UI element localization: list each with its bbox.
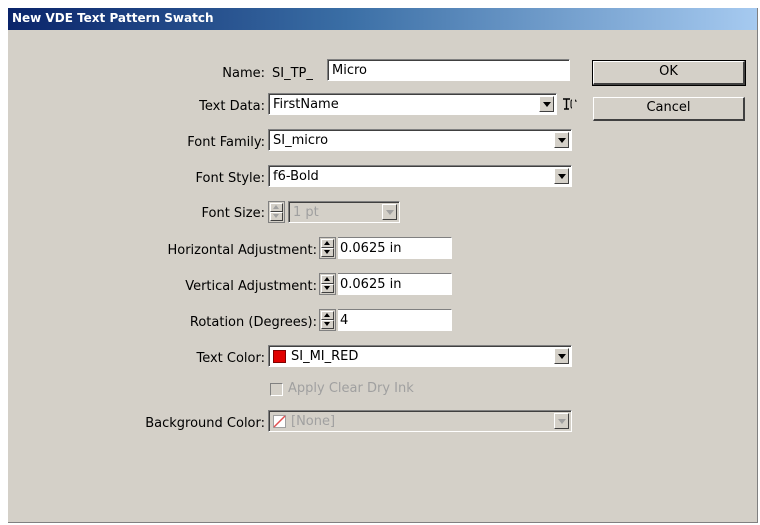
vertical-adjustment-stepper[interactable] bbox=[319, 273, 336, 295]
chevron-down-icon[interactable] bbox=[554, 168, 569, 184]
text-insert-icon[interactable] bbox=[561, 96, 577, 112]
decrement-icon[interactable] bbox=[321, 320, 334, 329]
rotation-label: Rotation (Degrees): bbox=[189, 315, 317, 330]
rotation-stepper[interactable] bbox=[319, 309, 336, 331]
chevron-down-icon[interactable] bbox=[554, 413, 569, 429]
increment-icon[interactable] bbox=[321, 239, 334, 248]
none-swatch-icon bbox=[273, 415, 286, 428]
horizontal-adjustment-input[interactable]: 0.0625 in bbox=[338, 237, 452, 259]
text-color-label: Text Color: bbox=[196, 351, 265, 366]
font-style-select[interactable]: f6-Bold bbox=[268, 165, 572, 187]
increment-icon[interactable] bbox=[321, 275, 334, 284]
background-color-label: Background Color: bbox=[145, 416, 265, 431]
rotation-value: 4 bbox=[340, 313, 349, 328]
horizontal-adjustment-stepper[interactable] bbox=[319, 237, 336, 259]
name-prefix: SI_TP_ bbox=[272, 66, 313, 81]
vertical-adjustment-label: Vertical Adjustment: bbox=[185, 279, 317, 294]
chevron-down-icon[interactable] bbox=[554, 132, 569, 148]
ok-button[interactable]: OK bbox=[592, 60, 746, 86]
vertical-adjustment-value: 0.0625 in bbox=[340, 277, 402, 292]
color-swatch-icon bbox=[273, 350, 286, 363]
horizontal-adjustment-value: 0.0625 in bbox=[340, 241, 402, 256]
font-size-stepper[interactable] bbox=[268, 201, 285, 223]
text-data-select[interactable]: FirstName bbox=[268, 93, 557, 115]
vertical-adjustment-input[interactable]: 0.0625 in bbox=[338, 273, 452, 295]
chevron-down-icon[interactable] bbox=[382, 204, 397, 220]
horizontal-adjustment-label: Horizontal Adjustment: bbox=[167, 243, 317, 258]
decrement-icon[interactable] bbox=[321, 284, 334, 293]
chevron-down-icon[interactable] bbox=[554, 348, 569, 364]
font-size-label: Font Size: bbox=[201, 206, 265, 221]
font-size-select[interactable]: 1 pt bbox=[288, 201, 400, 223]
background-color-select[interactable]: [None] bbox=[268, 410, 572, 432]
cancel-button[interactable]: Cancel bbox=[593, 97, 745, 121]
font-family-label: Font Family: bbox=[187, 135, 265, 150]
background-color-value: [None] bbox=[291, 414, 336, 429]
increment-icon[interactable] bbox=[321, 311, 334, 320]
font-style-label: Font Style: bbox=[195, 171, 265, 186]
apply-clear-dry-ink-label: Apply Clear Dry Ink bbox=[288, 381, 414, 396]
text-data-label: Text Data: bbox=[199, 99, 265, 114]
font-family-value: SI_micro bbox=[273, 133, 329, 148]
name-value: Micro bbox=[332, 63, 367, 78]
text-data-value: FirstName bbox=[273, 97, 339, 112]
apply-clear-dry-ink-checkbox[interactable] bbox=[270, 383, 283, 396]
decrement-icon[interactable] bbox=[321, 248, 334, 257]
window-title: New VDE Text Pattern Swatch bbox=[12, 11, 214, 25]
dialog: New VDE Text Pattern Swatch Name: SI_TP_… bbox=[8, 8, 758, 523]
title-bar: New VDE Text Pattern Swatch bbox=[8, 8, 757, 30]
rotation-input[interactable]: 4 bbox=[338, 309, 452, 331]
font-size-value: 1 pt bbox=[293, 205, 319, 220]
decrement-icon[interactable] bbox=[270, 212, 283, 221]
name-input[interactable]: Micro bbox=[327, 59, 570, 81]
font-family-select[interactable]: SI_micro bbox=[268, 129, 572, 151]
font-style-value: f6-Bold bbox=[273, 169, 319, 184]
chevron-down-icon[interactable] bbox=[539, 96, 554, 112]
text-color-value: SI_MI_RED bbox=[291, 349, 359, 364]
name-label: Name: bbox=[222, 66, 265, 81]
increment-icon[interactable] bbox=[270, 203, 283, 212]
text-color-select[interactable]: SI_MI_RED bbox=[268, 345, 572, 367]
